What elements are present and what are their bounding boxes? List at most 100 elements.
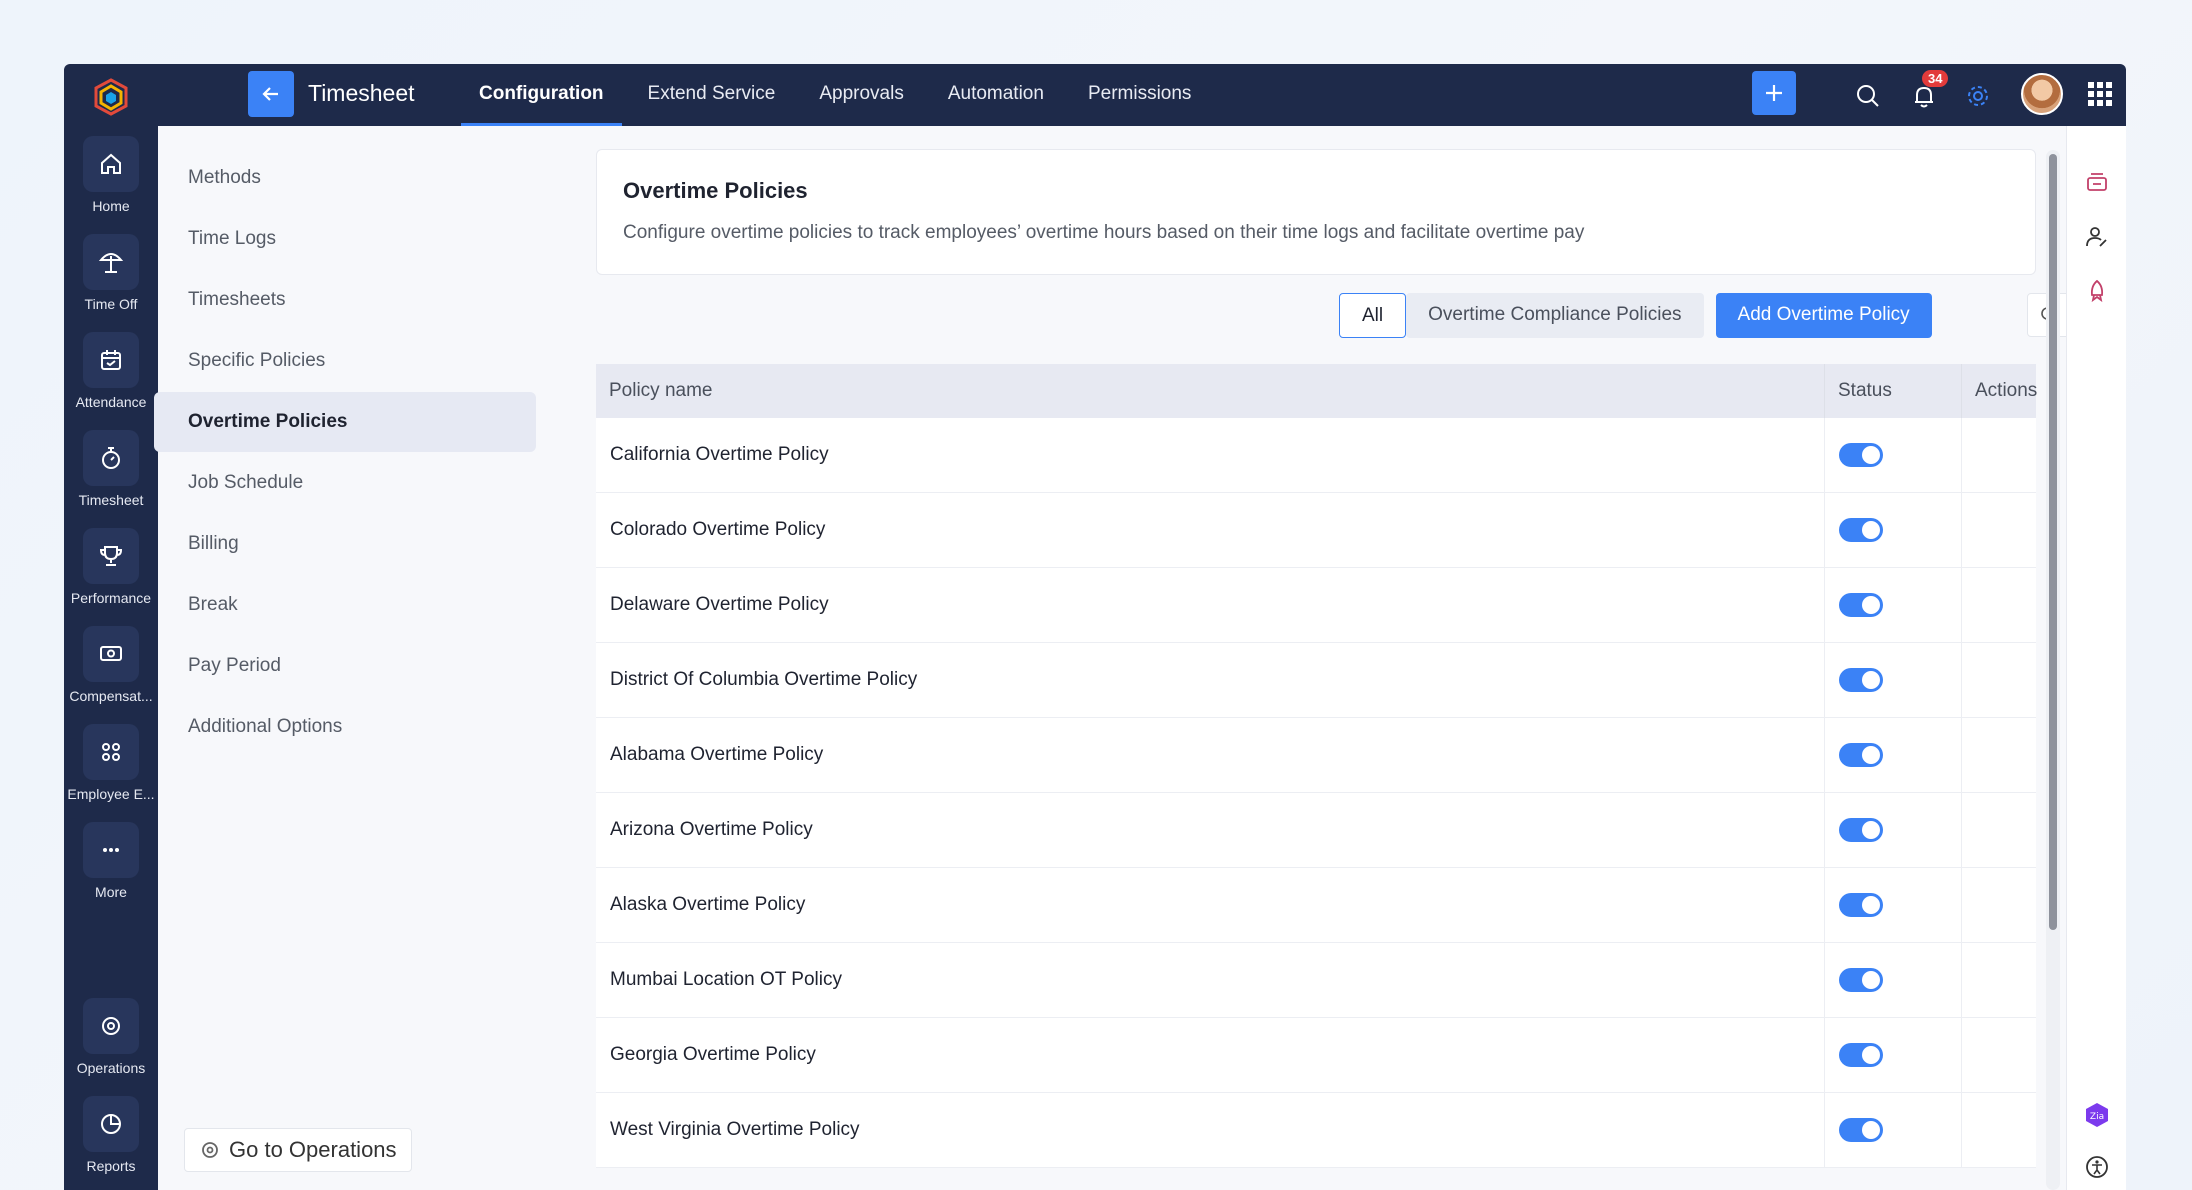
tab-permissions[interactable]: Permissions — [1066, 64, 1213, 126]
rail-item-attendance[interactable]: Attendance — [64, 332, 158, 410]
subnav-item-time-logs[interactable]: Time Logs — [152, 209, 532, 269]
status-toggle[interactable] — [1839, 968, 1883, 992]
policy-name[interactable]: Arizona Overtime Policy — [610, 819, 813, 841]
main-scrollbar[interactable] — [2046, 150, 2060, 1190]
arrow-left-icon — [262, 87, 278, 101]
policy-name[interactable]: Alabama Overtime Policy — [610, 744, 823, 766]
beach-umbrella-icon — [83, 234, 139, 290]
table-row[interactable]: Alabama Overtime Policy — [596, 718, 2036, 793]
table-row[interactable]: Delaware Overtime Policy — [596, 568, 2036, 643]
table-row[interactable]: Alaska Overtime Policy — [596, 868, 2036, 943]
status-cell — [1825, 718, 1962, 792]
policy-name[interactable]: Colorado Overtime Policy — [610, 519, 825, 541]
policy-name[interactable]: California Overtime Policy — [610, 444, 829, 466]
rail-item-more[interactable]: More — [64, 822, 158, 900]
table-row[interactable]: Georgia Overtime Policy — [596, 1018, 2036, 1093]
table-row[interactable]: Mumbai Location OT Policy — [596, 943, 2036, 1018]
rail-item-operations[interactable]: Operations — [64, 998, 158, 1076]
policy-name[interactable]: West Virginia Overtime Policy — [610, 1119, 860, 1141]
status-toggle[interactable] — [1839, 668, 1883, 692]
status-toggle[interactable] — [1839, 443, 1883, 467]
search-icon[interactable] — [1854, 82, 1882, 110]
status-toggle[interactable] — [1839, 1118, 1883, 1142]
actions-cell — [1962, 943, 2036, 1017]
filter-all-button[interactable]: All — [1339, 293, 1407, 338]
accessibility-icon[interactable] — [2084, 1154, 2110, 1180]
subnav-item-billing[interactable]: Billing — [152, 514, 532, 574]
rail-label: Home — [92, 198, 130, 214]
actions-cell — [1962, 868, 2036, 942]
status-cell — [1825, 418, 1962, 492]
rail-label: Time Off — [84, 296, 138, 312]
rail-item-time-off[interactable]: Time Off — [64, 234, 158, 312]
subnav-item-pay-period[interactable]: Pay Period — [152, 636, 532, 696]
rail-label: Operations — [76, 1060, 146, 1076]
filter-compliance-button[interactable]: Overtime Compliance Policies — [1406, 293, 1704, 338]
rail-label: More — [95, 884, 127, 900]
table-row[interactable]: Colorado Overtime Policy — [596, 493, 2036, 568]
subnav-item-specific-policies[interactable]: Specific Policies — [152, 331, 532, 391]
subnav-item-timesheets[interactable]: Timesheets — [152, 270, 532, 330]
top-tabs: Configuration Extend Service Approvals A… — [457, 64, 1213, 126]
rail-label: Compensat... — [69, 688, 153, 704]
actions-cell — [1962, 568, 2036, 642]
rocket-icon[interactable] — [2084, 278, 2110, 304]
tab-extend-service[interactable]: Extend Service — [626, 64, 798, 126]
rail-item-performance[interactable]: Performance — [64, 528, 158, 606]
table-row[interactable]: California Overtime Policy — [596, 418, 2036, 493]
tab-automation[interactable]: Automation — [926, 64, 1066, 126]
back-button[interactable] — [248, 71, 294, 117]
status-toggle[interactable] — [1839, 1043, 1883, 1067]
policy-name[interactable]: Delaware Overtime Policy — [610, 594, 829, 616]
operations-icon — [202, 1142, 218, 1158]
trophy-icon — [83, 528, 139, 584]
policy-name[interactable]: Mumbai Location OT Policy — [610, 969, 842, 991]
rail-item-employee-engagement[interactable]: Employee E... — [64, 724, 158, 802]
zia-assistant-icon[interactable]: Zia — [2084, 1102, 2110, 1128]
tray-add-icon[interactable] — [2084, 170, 2110, 196]
status-toggle[interactable] — [1839, 593, 1883, 617]
status-cell — [1825, 943, 1962, 1017]
go-to-operations-button[interactable]: Go to Operations — [184, 1128, 412, 1172]
go-to-operations-label: Go to Operations — [229, 1137, 397, 1162]
table-row[interactable]: West Virginia Overtime Policy — [596, 1093, 2036, 1168]
page-description: Configure overtime policies to track emp… — [623, 222, 1585, 243]
subnav-item-additional-options[interactable]: Additional Options — [152, 697, 532, 757]
rail-item-timesheet[interactable]: Timesheet — [64, 430, 158, 508]
subnav-item-job-schedule[interactable]: Job Schedule — [152, 453, 532, 513]
status-toggle[interactable] — [1839, 818, 1883, 842]
subnav-item-methods[interactable]: Methods — [152, 148, 532, 208]
status-cell — [1825, 493, 1962, 567]
subnav-item-overtime-policies[interactable]: Overtime Policies — [154, 392, 536, 452]
top-bar: Timesheet Configuration Extend Service A… — [158, 64, 2126, 126]
rail-item-home[interactable]: Home — [64, 136, 158, 214]
policy-name[interactable]: Alaska Overtime Policy — [610, 894, 805, 916]
policy-name-cell: California Overtime Policy — [596, 418, 1825, 492]
rail-item-compensation[interactable]: Compensat... — [64, 626, 158, 704]
tab-approvals[interactable]: Approvals — [797, 64, 926, 126]
status-cell — [1825, 868, 1962, 942]
tab-configuration[interactable]: Configuration — [457, 64, 626, 126]
status-toggle[interactable] — [1839, 518, 1883, 542]
status-toggle[interactable] — [1839, 893, 1883, 917]
rail-item-reports[interactable]: Reports — [64, 1096, 158, 1174]
subnav-item-break[interactable]: Break — [152, 575, 532, 635]
policy-name[interactable]: District Of Columbia Overtime Policy — [610, 669, 917, 691]
column-header-policy-name[interactable]: Policy name — [596, 364, 1825, 418]
user-edit-icon[interactable] — [2084, 224, 2110, 250]
policy-name[interactable]: Georgia Overtime Policy — [610, 1044, 816, 1066]
avatar[interactable] — [2021, 73, 2063, 115]
add-overtime-policy-button[interactable]: Add Overtime Policy — [1715, 293, 1932, 338]
actions-cell — [1962, 793, 2036, 867]
app-grid-icon[interactable] — [2086, 80, 2114, 108]
table-row[interactable]: District Of Columbia Overtime Policy — [596, 643, 2036, 718]
policy-name-cell: Colorado Overtime Policy — [596, 493, 1825, 567]
scrollbar-thumb[interactable] — [2049, 154, 2057, 930]
app-window: Home Time Off Attendance Timesheet Perfo… — [64, 64, 2126, 1190]
quick-add-button[interactable] — [1752, 71, 1796, 115]
status-toggle[interactable] — [1839, 743, 1883, 767]
table-row[interactable]: Arizona Overtime Policy — [596, 793, 2036, 868]
gear-icon[interactable] — [1964, 82, 1992, 110]
table-header: Policy name Status Actions — [596, 364, 2037, 418]
app-logo-icon[interactable] — [90, 76, 132, 118]
